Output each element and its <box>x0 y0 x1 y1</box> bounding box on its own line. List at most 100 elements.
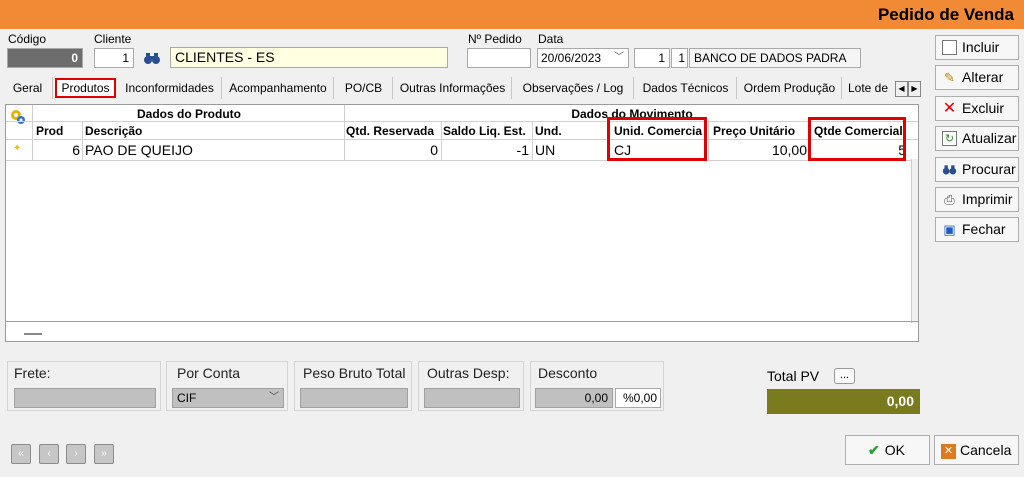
tab-observacoes-log[interactable]: Observações / Log <box>513 77 634 99</box>
binoculars-icon[interactable] <box>143 49 161 67</box>
desconto-panel: Desconto 0,00 %0,00 <box>530 361 664 411</box>
chevron-down-icon[interactable]: ﹀ <box>614 49 624 67</box>
totalpv-value: 0,00 <box>767 389 920 414</box>
products-grid: Dados do Produto Dados do Movimento Prod… <box>5 104 919 342</box>
imprimir-button[interactable]: ⎙ Imprimir <box>935 187 1019 212</box>
cancela-label: Cancela <box>960 442 1012 458</box>
porconta-panel: Por Conta CIF ﹀ <box>166 361 288 411</box>
excluir-label: Excluir <box>962 100 1005 116</box>
codigo-field[interactable]: 0 <box>7 48 83 68</box>
chevron-down-icon[interactable]: ﹀ <box>269 389 279 407</box>
alterar-button[interactable]: ✎ Alterar <box>935 65 1019 90</box>
incluir-button[interactable]: Incluir <box>935 35 1019 60</box>
grid-settings-icon[interactable] <box>10 109 26 125</box>
cliente-label: Cliente <box>94 32 132 46</box>
check-icon: ✔ <box>868 442 880 458</box>
data-value: 20/06/2023 <box>541 51 602 65</box>
row-indicator-icon: ✦ <box>13 143 22 154</box>
peso-field[interactable] <box>300 388 408 408</box>
tab-strip: Geral Produtos Inconformidades Acompanha… <box>3 77 923 99</box>
cliente-id-field[interactable]: 1 <box>94 48 134 68</box>
cell-descricao[interactable]: PAO DE QUEIJO <box>85 142 340 159</box>
tab-lote-de[interactable]: Lote de <box>843 77 893 99</box>
highlight-qtde-comercial <box>808 117 906 161</box>
desconto-label: Desconto <box>538 365 598 381</box>
pedido-field[interactable] <box>467 48 531 68</box>
tab-produtos[interactable]: Produtos <box>55 78 116 98</box>
edit-icon: ✎ <box>944 70 955 85</box>
tab-dados-tecnicos[interactable]: Dados Técnicos <box>635 77 737 99</box>
col-preco-unitario[interactable]: Preço Unitário <box>713 123 808 139</box>
fechar-label: Fechar <box>962 221 1006 237</box>
porconta-value: CIF <box>177 391 197 405</box>
binoculars-icon <box>942 162 957 177</box>
chevron-left-icon: ‹ <box>47 448 51 459</box>
outras-label: Outras Desp: <box>427 365 510 381</box>
procurar-button[interactable]: Procurar <box>935 157 1019 182</box>
ok-label: OK <box>884 442 905 458</box>
footer-grip <box>24 333 42 335</box>
atualizar-label: Atualizar <box>962 130 1017 146</box>
printer-icon: ⎙ <box>944 192 955 207</box>
cell-saldo[interactable]: -1 <box>443 142 529 159</box>
nav-next-button[interactable]: › <box>66 444 86 464</box>
cell-prod[interactable]: 6 <box>34 142 80 159</box>
excluir-button[interactable]: ✕ Excluir <box>935 96 1019 121</box>
tab-geral[interactable]: Geral <box>3 77 53 99</box>
desconto-pct-field[interactable]: %0,00 <box>615 388 661 408</box>
peso-panel: Peso Bruto Total <box>294 361 412 411</box>
cancel-icon: ✕ <box>941 443 956 459</box>
col-prod[interactable]: Prod <box>36 123 80 139</box>
procurar-label: Procurar <box>962 161 1016 177</box>
alterar-label: Alterar <box>962 69 1004 85</box>
tab-pocb[interactable]: PO/CB <box>335 77 393 99</box>
tab-scroll-right-icon[interactable]: ▶ <box>908 81 921 97</box>
cancela-button[interactable]: ✕ Cancela <box>934 435 1019 465</box>
chevron-right-icon: › <box>74 448 78 459</box>
tab-acompanhamento[interactable]: Acompanhamento <box>223 77 334 99</box>
incluir-label: Incluir <box>962 39 1000 55</box>
porconta-label: Por Conta <box>177 365 241 381</box>
cell-und[interactable]: UN <box>535 142 605 159</box>
close-window-icon: ▣ <box>943 222 956 237</box>
col-und[interactable]: Und. <box>535 123 605 139</box>
fechar-button[interactable]: ▣ Fechar <box>935 217 1019 242</box>
frete-field[interactable] <box>14 388 156 408</box>
new-document-icon <box>942 40 957 55</box>
frete-panel: Frete: <box>7 361 161 411</box>
double-chevron-right-icon: » <box>101 448 107 459</box>
window-title: Pedido de Venda <box>877 5 1014 24</box>
col-qtd-reservada[interactable]: Qtd. Reservada <box>346 123 440 139</box>
vertical-scrollbar[interactable] <box>911 159 918 323</box>
tab-scroll-left-icon[interactable]: ◀ <box>895 81 908 97</box>
codigo-label: Código <box>8 32 47 46</box>
desconto-field[interactable]: 0,00 <box>535 388 613 408</box>
data-field[interactable]: 20/06/2023 ﹀ <box>537 48 629 68</box>
data-label: Data <box>538 32 564 46</box>
cell-preco[interactable]: 10,00 <box>711 142 807 159</box>
cliente-name-field[interactable]: CLIENTES - ES <box>170 47 448 68</box>
tab-ordem-producao[interactable]: Ordem Produção <box>738 77 842 99</box>
nav-last-button[interactable]: » <box>94 444 114 464</box>
delete-icon: ✕ <box>942 100 957 117</box>
cell-qtd-reservada[interactable]: 0 <box>346 142 438 159</box>
db-num2-field[interactable]: 1 <box>671 48 688 68</box>
nav-prev-button[interactable]: ‹ <box>39 444 59 464</box>
db-num1-field[interactable]: 1 <box>634 48 670 68</box>
col-descricao[interactable]: Descrição <box>85 123 340 139</box>
tab-outras-informacoes[interactable]: Outras Informações <box>394 77 512 99</box>
title-bar: Pedido de Venda <box>0 0 1024 29</box>
group-dados-produto: Dados do Produto <box>137 107 241 121</box>
totalpv-button[interactable]: ... <box>834 368 855 384</box>
ok-button[interactable]: ✔ OK <box>845 435 930 465</box>
outras-panel: Outras Desp: <box>418 361 524 411</box>
tab-inconformidades[interactable]: Inconformidades <box>118 77 222 99</box>
outras-field[interactable] <box>424 388 520 408</box>
refresh-icon: ↻ <box>942 131 957 146</box>
porconta-select[interactable]: CIF ﹀ <box>172 388 284 408</box>
nav-first-button[interactable]: « <box>11 444 31 464</box>
atualizar-button[interactable]: ↻ Atualizar <box>935 126 1019 151</box>
highlight-unid-comercial <box>607 117 707 161</box>
pedido-label: Nº Pedido <box>468 32 522 46</box>
col-saldo-liq[interactable]: Saldo Liq. Est. <box>443 123 531 139</box>
